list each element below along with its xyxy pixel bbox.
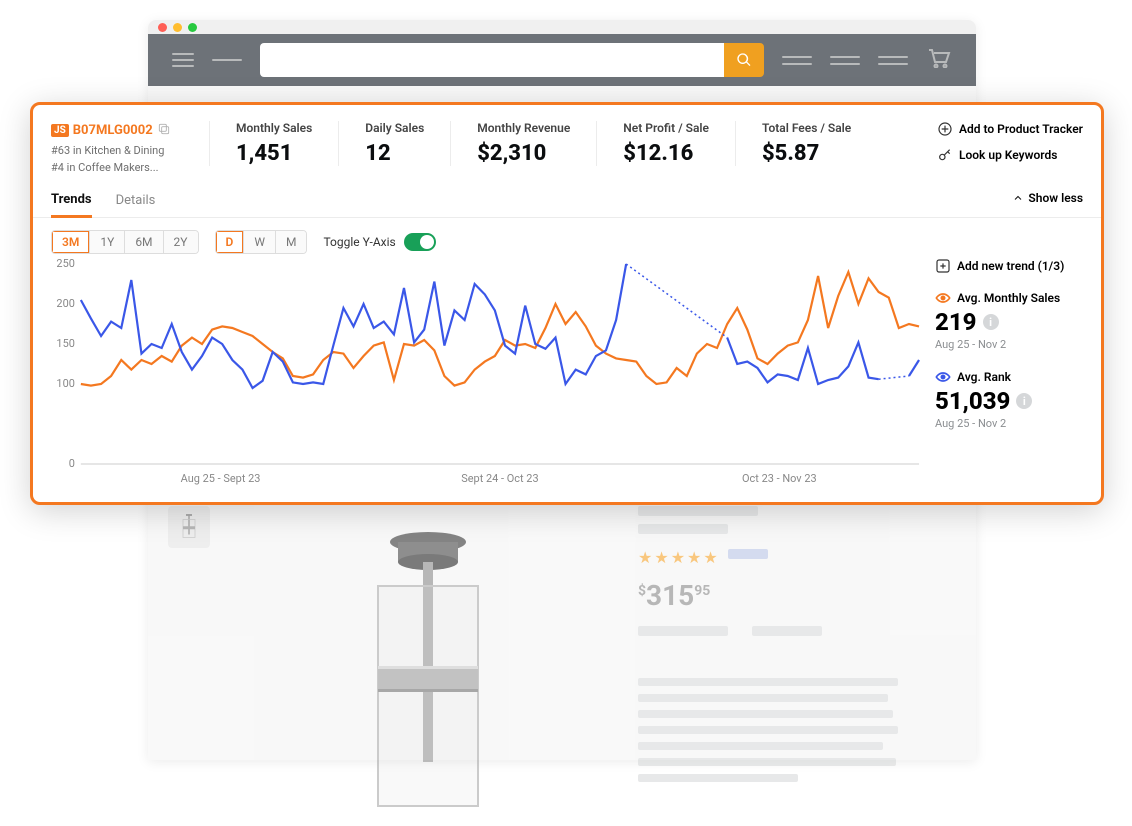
svg-text:0: 0	[69, 457, 75, 470]
eye-icon[interactable]	[935, 290, 951, 306]
tab-trends[interactable]: Trends	[51, 184, 92, 218]
menu-icon[interactable]	[172, 49, 194, 71]
info-icon[interactable]: i	[983, 314, 999, 330]
window-close-dot[interactable]	[158, 23, 167, 32]
site-logo[interactable]	[212, 59, 242, 61]
range-3m[interactable]: 3M	[52, 231, 90, 253]
tab-bar: Trends Details Show less	[33, 184, 1101, 218]
chevron-up-icon	[1012, 192, 1024, 204]
product-image	[248, 506, 608, 826]
svg-text:Sept 24 - Oct 23: Sept 24 - Oct 23	[461, 472, 538, 485]
search-button[interactable]	[724, 43, 764, 77]
metric-label: Daily Sales	[365, 121, 424, 135]
tab-details[interactable]: Details	[116, 185, 156, 216]
metric-label: Net Profit / Sale	[623, 121, 709, 135]
stat-value-monthly-sales: 219	[935, 308, 977, 336]
search-bar	[260, 43, 764, 77]
nav-link-placeholder[interactable]	[878, 51, 908, 70]
stat-label-monthly-sales: Avg. Monthly Sales	[957, 291, 1060, 305]
net-profit-value: $12.16	[623, 141, 709, 166]
svg-text:100: 100	[56, 377, 74, 390]
plus-square-icon	[935, 258, 951, 274]
metric-label: Monthly Revenue	[477, 121, 570, 135]
asin-code[interactable]: B07MLG0002	[73, 123, 153, 138]
lookup-keywords-button[interactable]: Look up Keywords	[937, 147, 1083, 163]
svg-text:250: 250	[56, 258, 74, 270]
extension-panel: JS B07MLG0002 #63 in Kitchen & Dining #4…	[30, 102, 1104, 505]
gran-week[interactable]: W	[244, 231, 276, 253]
window-maximize-dot[interactable]	[188, 23, 197, 32]
gran-month[interactable]: M	[276, 231, 306, 253]
range-6m[interactable]: 6M	[125, 231, 163, 253]
toggle-y-axis-switch[interactable]	[404, 233, 436, 251]
daily-sales-value: 12	[365, 141, 424, 166]
product-price: $ 315 95	[638, 579, 956, 612]
stat-value-avg-rank: 51,039	[935, 387, 1010, 415]
nav-link-placeholder[interactable]	[782, 51, 812, 70]
star-rating: ★★★★★	[638, 548, 720, 567]
plus-circle-icon	[937, 121, 953, 137]
js-badge-icon: JS	[51, 124, 69, 137]
info-icon[interactable]: i	[1016, 393, 1032, 409]
nav-link-placeholder[interactable]	[830, 51, 860, 70]
range-1y[interactable]: 1Y	[90, 231, 125, 253]
svg-text:Aug 25 - Sept 23: Aug 25 - Sept 23	[181, 472, 261, 485]
stat-range: Aug 25 - Nov 2	[935, 338, 1085, 351]
chart-controls: 3M 1Y 6M 2Y D W M Toggle Y-Axis	[33, 218, 1101, 258]
eye-icon[interactable]	[935, 369, 951, 385]
metric-label: Total Fees / Sale	[762, 121, 851, 135]
stat-label-avg-rank: Avg. Rank	[957, 370, 1011, 384]
product-thumbnail[interactable]	[168, 506, 210, 548]
category-rank-1: #63 in Kitchen & Dining	[51, 144, 209, 157]
add-new-trend-button[interactable]: Add new trend (1/3)	[935, 258, 1085, 274]
search-input[interactable]	[260, 43, 724, 77]
svg-text:150: 150	[56, 337, 74, 350]
time-range-segment: 3M 1Y 6M 2Y	[51, 230, 199, 254]
monthly-sales-value: 1,451	[236, 141, 312, 166]
window-minimize-dot[interactable]	[173, 23, 182, 32]
add-to-tracker-button[interactable]: Add to Product Tracker	[937, 121, 1083, 137]
product-area: ★★★★★ $ 315 95	[168, 506, 956, 826]
show-less-toggle[interactable]: Show less	[1012, 191, 1083, 211]
range-2y[interactable]: 2Y	[164, 231, 198, 253]
trends-chart: 0 100 150 200 250 Aug 25 - Sept 23 Sept 24 - O…	[49, 258, 925, 488]
cart-icon[interactable]	[926, 48, 952, 72]
monthly-revenue-value: $2,310	[477, 141, 570, 166]
svg-text:200: 200	[56, 297, 74, 310]
panel-header: JS B07MLG0002 #63 in Kitchen & Dining #4…	[33, 105, 1101, 184]
copy-icon[interactable]	[157, 121, 171, 140]
gran-day[interactable]: D	[216, 231, 245, 253]
key-icon	[937, 147, 953, 163]
granularity-segment: D W M	[215, 230, 308, 254]
metric-label: Monthly Sales	[236, 121, 312, 135]
browser-titlebar	[148, 20, 976, 34]
toggle-y-axis-label: Toggle Y-Axis	[323, 235, 395, 249]
total-fees-value: $5.87	[762, 141, 851, 166]
category-rank-2: #4 in Coffee Makers...	[51, 161, 209, 174]
site-header	[148, 34, 976, 86]
chart-sidebar: Add new trend (1/3) Avg. Monthly Sales 2…	[925, 258, 1085, 488]
search-icon	[736, 52, 752, 68]
svg-text:Oct 23 - Nov 23: Oct 23 - Nov 23	[742, 472, 817, 485]
product-info: ★★★★★ $ 315 95	[638, 506, 956, 826]
stat-range: Aug 25 - Nov 2	[935, 417, 1085, 430]
